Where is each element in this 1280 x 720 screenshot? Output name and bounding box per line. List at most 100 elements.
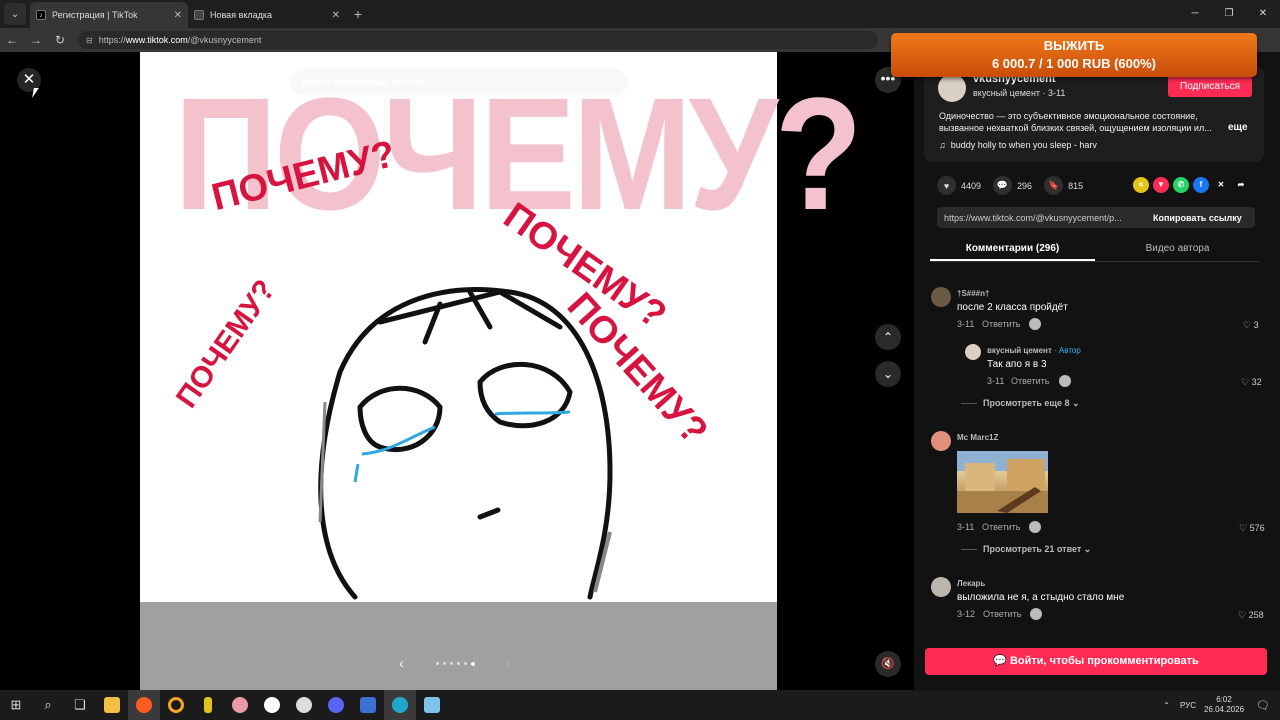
like-number: 3 xyxy=(1253,320,1259,330)
steam-icon[interactable] xyxy=(288,690,320,720)
comment-image[interactable] xyxy=(957,451,1048,513)
tiktok-icon: ♪ xyxy=(36,10,46,20)
music-line[interactable]: ♫ buddy holly to when you sleep - harv xyxy=(939,140,1097,150)
search-icon[interactable]: ⌕ xyxy=(32,690,64,720)
reload-icon[interactable]: ↻ xyxy=(48,33,72,47)
tab-author-videos[interactable]: Видео автора xyxy=(1095,236,1260,261)
comment-date: 3-12 xyxy=(957,609,976,619)
close-tab-icon[interactable]: ✕ xyxy=(174,10,182,21)
tray-overflow-icon[interactable]: ⌃ xyxy=(1163,701,1170,710)
whatsapp-share-icon[interactable]: ✆ xyxy=(1173,177,1189,193)
commenter-avatar[interactable] xyxy=(931,287,951,307)
promo-banner[interactable]: ВЫЖИТЬ 6 000.7 / 1 000 RUB (600%) xyxy=(891,33,1257,77)
url-prefix: https:// xyxy=(98,35,126,45)
discord-icon[interactable] xyxy=(320,690,352,720)
follow-button[interactable]: Подписаться xyxy=(1168,76,1252,97)
minimize-icon[interactable]: ─ xyxy=(1178,0,1212,28)
comment-author[interactable]: Mc Marc1Z xyxy=(957,433,998,442)
url-host: www.tiktok.com xyxy=(125,35,188,45)
facebook-share-icon[interactable]: f xyxy=(1193,177,1209,193)
copy-link-button[interactable]: Копировать ссылку xyxy=(1153,213,1242,223)
share-arrow-icon[interactable]: ➦ xyxy=(1233,177,1249,193)
back-icon[interactable]: ← xyxy=(0,33,24,47)
comment-like-count[interactable]: ♡ 258 xyxy=(1238,610,1264,621)
yandex-browser-icon[interactable] xyxy=(128,690,160,720)
edge-icon[interactable] xyxy=(384,690,416,720)
mute-button[interactable]: 🔇 xyxy=(875,651,901,677)
view-more-replies[interactable]: Просмотреть 21 ответ ⌄ xyxy=(961,544,1091,555)
start-icon[interactable]: ⊞ xyxy=(0,690,32,720)
x-share-icon[interactable]: ✕ xyxy=(1213,177,1229,193)
coin-share-icon[interactable]: ¤ xyxy=(1133,177,1149,193)
carousel-dot[interactable] xyxy=(443,662,446,665)
next-video-button[interactable]: ⌄ xyxy=(875,361,901,387)
repost-share-icon[interactable]: ▼ xyxy=(1153,177,1169,193)
reply-like-count[interactable]: ♡ 32 xyxy=(1241,377,1262,388)
app-ring-icon[interactable] xyxy=(160,690,192,720)
file-explorer-icon[interactable] xyxy=(96,690,128,720)
carousel-prev-icon[interactable]: ‹ xyxy=(399,655,404,671)
like-icon[interactable]: ♥ xyxy=(937,176,956,195)
reply-avatar[interactable] xyxy=(965,344,981,360)
previous-video-button[interactable]: ⌃ xyxy=(875,324,901,350)
tab-tiktok[interactable]: ♪ Регистрация | TikTok ✕ xyxy=(30,2,188,28)
comment-like-count[interactable]: ♡ 576 xyxy=(1239,523,1265,534)
clock[interactable]: 6:02 26.04.2026 xyxy=(1204,695,1244,715)
forward-icon[interactable]: → xyxy=(24,33,48,47)
stats-app-icon[interactable] xyxy=(352,690,384,720)
carousel-dot[interactable] xyxy=(436,662,439,665)
search-icon[interactable]: ⌕ xyxy=(610,74,616,87)
language-indicator[interactable]: РУС xyxy=(1180,701,1196,710)
bookmark-icon[interactable]: 🔖 xyxy=(1044,176,1064,195)
url-field[interactable]: ⊟ https://www.tiktok.com/@vkusnyycement xyxy=(78,31,878,49)
author-liked-avatar xyxy=(1030,608,1042,620)
task-view-icon[interactable]: ❏ xyxy=(64,690,96,720)
tab-new[interactable]: Новая вкладка ✕ xyxy=(188,2,346,28)
author-avatar[interactable] xyxy=(938,74,966,102)
reply-author[interactable]: вкусный цемент · Автор xyxy=(987,346,1081,355)
comment-author[interactable]: Лекарь xyxy=(957,579,985,588)
carousel-dot[interactable] xyxy=(457,662,460,665)
window-close-icon[interactable]: ✕ xyxy=(1246,0,1280,28)
site-info-icon[interactable]: ⊟ xyxy=(86,36,93,45)
carousel-next-icon[interactable]: › xyxy=(506,655,511,671)
close-tab-icon[interactable]: ✕ xyxy=(332,10,340,21)
carousel-dot[interactable] xyxy=(464,662,467,665)
copy-link-box: https://www.tiktok.com/@vkusnyycement/p.… xyxy=(937,207,1255,228)
tab-comments[interactable]: Комментарии (296) xyxy=(930,236,1095,261)
comment-author[interactable]: †S###n† xyxy=(957,289,989,298)
like-number: 258 xyxy=(1248,610,1264,620)
music-icon: ♫ xyxy=(939,140,946,150)
tab-actions-button[interactable]: ⌄ xyxy=(4,3,26,25)
commenter-avatar[interactable] xyxy=(931,431,951,451)
related-search-input[interactable]: Найти связанный контент ⌕ xyxy=(290,69,628,95)
reply-button[interactable]: Ответить xyxy=(982,522,1020,532)
notepad-icon[interactable] xyxy=(416,690,448,720)
carousel-dot[interactable] xyxy=(450,662,453,665)
app-character-icon[interactable] xyxy=(224,690,256,720)
promo-progress: 6 000.7 / 1 000 RUB (600%) xyxy=(991,56,1157,71)
app-bar-icon[interactable] xyxy=(192,690,224,720)
yandex-icon[interactable] xyxy=(256,690,288,720)
reply-button[interactable]: Ответить xyxy=(982,319,1020,329)
author-liked-avatar xyxy=(1029,318,1041,330)
comment-count: 296 xyxy=(1017,180,1033,191)
login-to-comment-button[interactable]: 💬 Войти, чтобы прокомментировать xyxy=(925,648,1267,675)
tab-strip: ⌄ ♪ Регистрация | TikTok ✕ Новая вкладка… xyxy=(0,0,1280,28)
comment-icon[interactable]: 💬 xyxy=(993,176,1013,195)
restore-icon[interactable]: ❐ xyxy=(1212,0,1246,28)
comment-like-count[interactable]: ♡ 3 xyxy=(1243,320,1259,331)
more-link[interactable]: еще xyxy=(1228,122,1248,133)
carousel-dot-active[interactable] xyxy=(471,662,475,666)
reply-button[interactable]: Ответить xyxy=(1011,376,1049,386)
panel-tabs: Комментарии (296) Видео автора xyxy=(930,236,1260,262)
reply-button[interactable]: Ответить xyxy=(983,609,1021,619)
reply-text: Так апо я в 3 xyxy=(987,359,1047,370)
notifications-icon[interactable]: 🗨 xyxy=(1256,699,1270,712)
reply-date: 3-11 xyxy=(987,376,1005,386)
new-tab-button[interactable]: + xyxy=(346,6,370,22)
view-more-replies[interactable]: Просмотреть еще 8 ⌄ xyxy=(961,398,1080,409)
commenter-avatar[interactable] xyxy=(931,577,951,597)
author-liked-avatar xyxy=(1029,521,1041,533)
like-count: 4409 xyxy=(961,180,982,191)
